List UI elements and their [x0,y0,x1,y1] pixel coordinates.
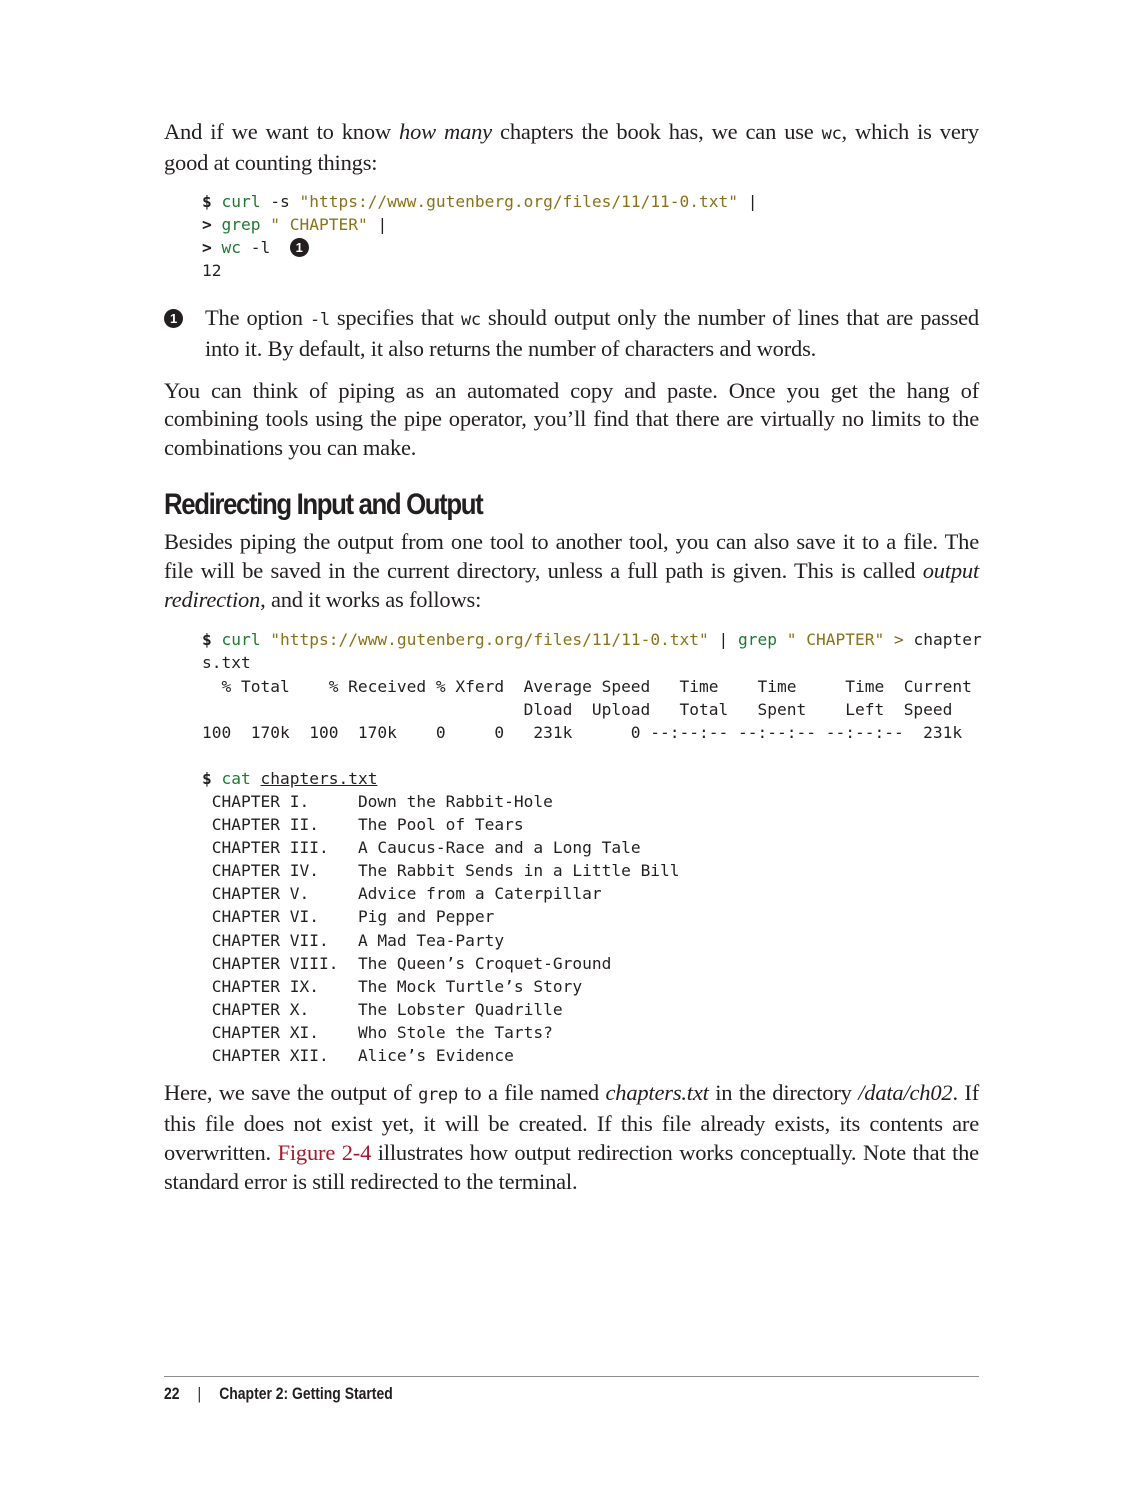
text: The option [205,304,310,330]
text: , and it works as follows: [260,586,482,612]
progress-header: Dload Upload Total Spent Left Speed [202,699,953,719]
progress-values: 100 170k 100 170k 0 0 231k 0 --:--:-- --… [202,722,963,742]
text: specifies that [329,304,461,330]
directory-path: /data/ch02 [858,1080,953,1106]
chapter-title: The Lobster Quadrille [357,999,563,1019]
args: -s [260,191,300,211]
string: "https://www.gutenberg.org/files/11/11-0… [270,630,709,650]
chapter-title: The Rabbit Sends in a Little Bill [357,861,680,881]
chapter-number: CHAPTER VIII. [202,953,358,973]
emphasis: how many [399,119,492,144]
chapter-number: CHAPTER I. [202,792,358,811]
redirect-operator: > [884,630,914,650]
text: to a file named [457,1080,606,1106]
prompt: $ [202,191,212,211]
chapter-title: Alice’s Evidence [357,1046,514,1066]
command: curl [221,191,261,211]
pipe: | [738,191,758,211]
pipe: | [708,630,739,650]
code-block-wc: $ curl -s "https://www.gutenberg.org/fil… [164,190,979,282]
string: " CHAPTER" [270,214,368,234]
chapter-line: CHAPTER VII. A Mad Tea-Party [202,931,504,950]
inline-code: -l [309,309,330,330]
callout-note: 1 The option -l specifies that wc should … [164,304,979,364]
command-output: 12 [202,260,222,280]
string: "https://www.gutenberg.org/files/11/11-0… [299,191,739,211]
callout-marker-icon: 1 [164,308,183,328]
footer-rule [164,1376,979,1377]
chapter-number: CHAPTER II. [202,815,358,835]
args: -l [241,237,271,257]
args [260,215,270,234]
chapter-number: CHAPTER XI. [202,1022,358,1042]
chapter-line: CHAPTER III. A Caucus-Race and a Long Ta… [202,838,641,857]
file-argument: chapters.txt [260,768,378,788]
target-file: chapter [913,630,982,650]
chapter-list: CHAPTER I. Down the Rabbit-Hole CHAPTER … [202,792,680,1065]
chapter-number: CHAPTER V. [202,884,358,904]
chapter-line: CHAPTER VI. Pig and Pepper [202,907,495,927]
chapter-title: Down the Rabbit-Hole [357,792,553,811]
pipe: | [367,214,388,234]
code-block-redirect: $ curl "https://www.gutenberg.org/files/… [164,628,982,1067]
intro-paragraph: And if we want to know how many chapters… [164,118,979,178]
prompt: $ [202,630,212,650]
chapter-title: Who Stole the Tarts? [357,1022,553,1042]
chapter-number: CHAPTER XII. [202,1046,358,1066]
chapter-title: The Queen’s Croquet-Ground [357,953,612,973]
chapter-line: CHAPTER IX. The Mock Turtle’s Story [202,977,582,996]
chapter-title: Advice from a Caterpillar [357,884,602,904]
piping-paragraph: You can think of piping as an automated … [164,377,979,461]
chapter-line: CHAPTER V. Advice from a Caterpillar [202,884,602,903]
chapter-title: The Pool of Tears [357,815,524,835]
chapter-line: CHAPTER I. Down the Rabbit-Hole [202,792,553,811]
chapter-number: CHAPTER VII. [202,930,358,950]
command: wc [221,237,242,257]
chapter-number: CHAPTER IX. [202,976,358,996]
chapter-number: CHAPTER III. [202,838,358,858]
command: grep [738,630,778,650]
text: Here, we save the output of [164,1080,419,1106]
text: Besides piping the output from one tool … [164,528,979,583]
prompt: > [202,237,212,257]
callout-marker-icon: 1 [289,237,309,257]
page-number: 22 [164,1384,180,1403]
chapter-title: A Mad Tea-Party [357,930,505,950]
target-file-wrap: s.txt [202,653,251,673]
explanation-paragraph: Here, we save the output of grep to a fi… [164,1079,979,1196]
text: And if we want to know [164,119,400,144]
chapter-number: CHAPTER X. [202,999,358,1019]
chapter-line: CHAPTER X. The Lobster Quadrille [202,1000,563,1019]
command: cat [221,768,251,788]
string: " CHAPTER" [786,630,885,650]
chapter-line: CHAPTER XI. Who Stole the Tarts? [202,1023,553,1042]
chapter-number: CHAPTER VI. [202,907,358,927]
page-content: And if we want to know how many chapters… [164,118,982,1196]
command: curl [221,630,261,650]
text: in the directory [708,1080,859,1106]
figure-link[interactable]: Figure 2-4 [278,1140,372,1165]
running-footer-chapter: Chapter 2: Getting Started [219,1384,393,1403]
prompt: $ [202,768,212,788]
inline-code: grep [418,1085,458,1106]
prompt: > [202,214,212,234]
chapter-line: CHAPTER II. The Pool of Tears [202,815,524,834]
footer-separator: | [197,1384,202,1403]
command: grep [221,214,261,234]
section-heading: Redirecting Input and Output [164,487,484,521]
filename: chapters.txt [605,1080,709,1106]
redirection-paragraph: Besides piping the output from one tool … [164,528,979,614]
page-footer: 22 | Chapter 2: Getting Started [164,1384,393,1404]
inline-code: wc [821,124,842,144]
inline-code: wc [460,309,481,330]
text: chapters the book has, we can use [491,119,822,144]
chapter-title: The Mock Turtle’s Story [357,976,583,996]
chapter-number: CHAPTER IV. [202,861,358,881]
chapter-title: A Caucus-Race and a Long Tale [357,838,641,858]
chapter-line: CHAPTER XII. Alice’s Evidence [202,1046,514,1065]
progress-header: % Total % Received % Xferd Average Speed… [202,676,972,696]
chapter-title: Pig and Pepper [357,907,495,927]
chapter-line: CHAPTER VIII. The Queen’s Croquet-Ground [202,953,612,973]
chapter-line: CHAPTER IV. The Rabbit Sends in a Little… [202,861,680,880]
